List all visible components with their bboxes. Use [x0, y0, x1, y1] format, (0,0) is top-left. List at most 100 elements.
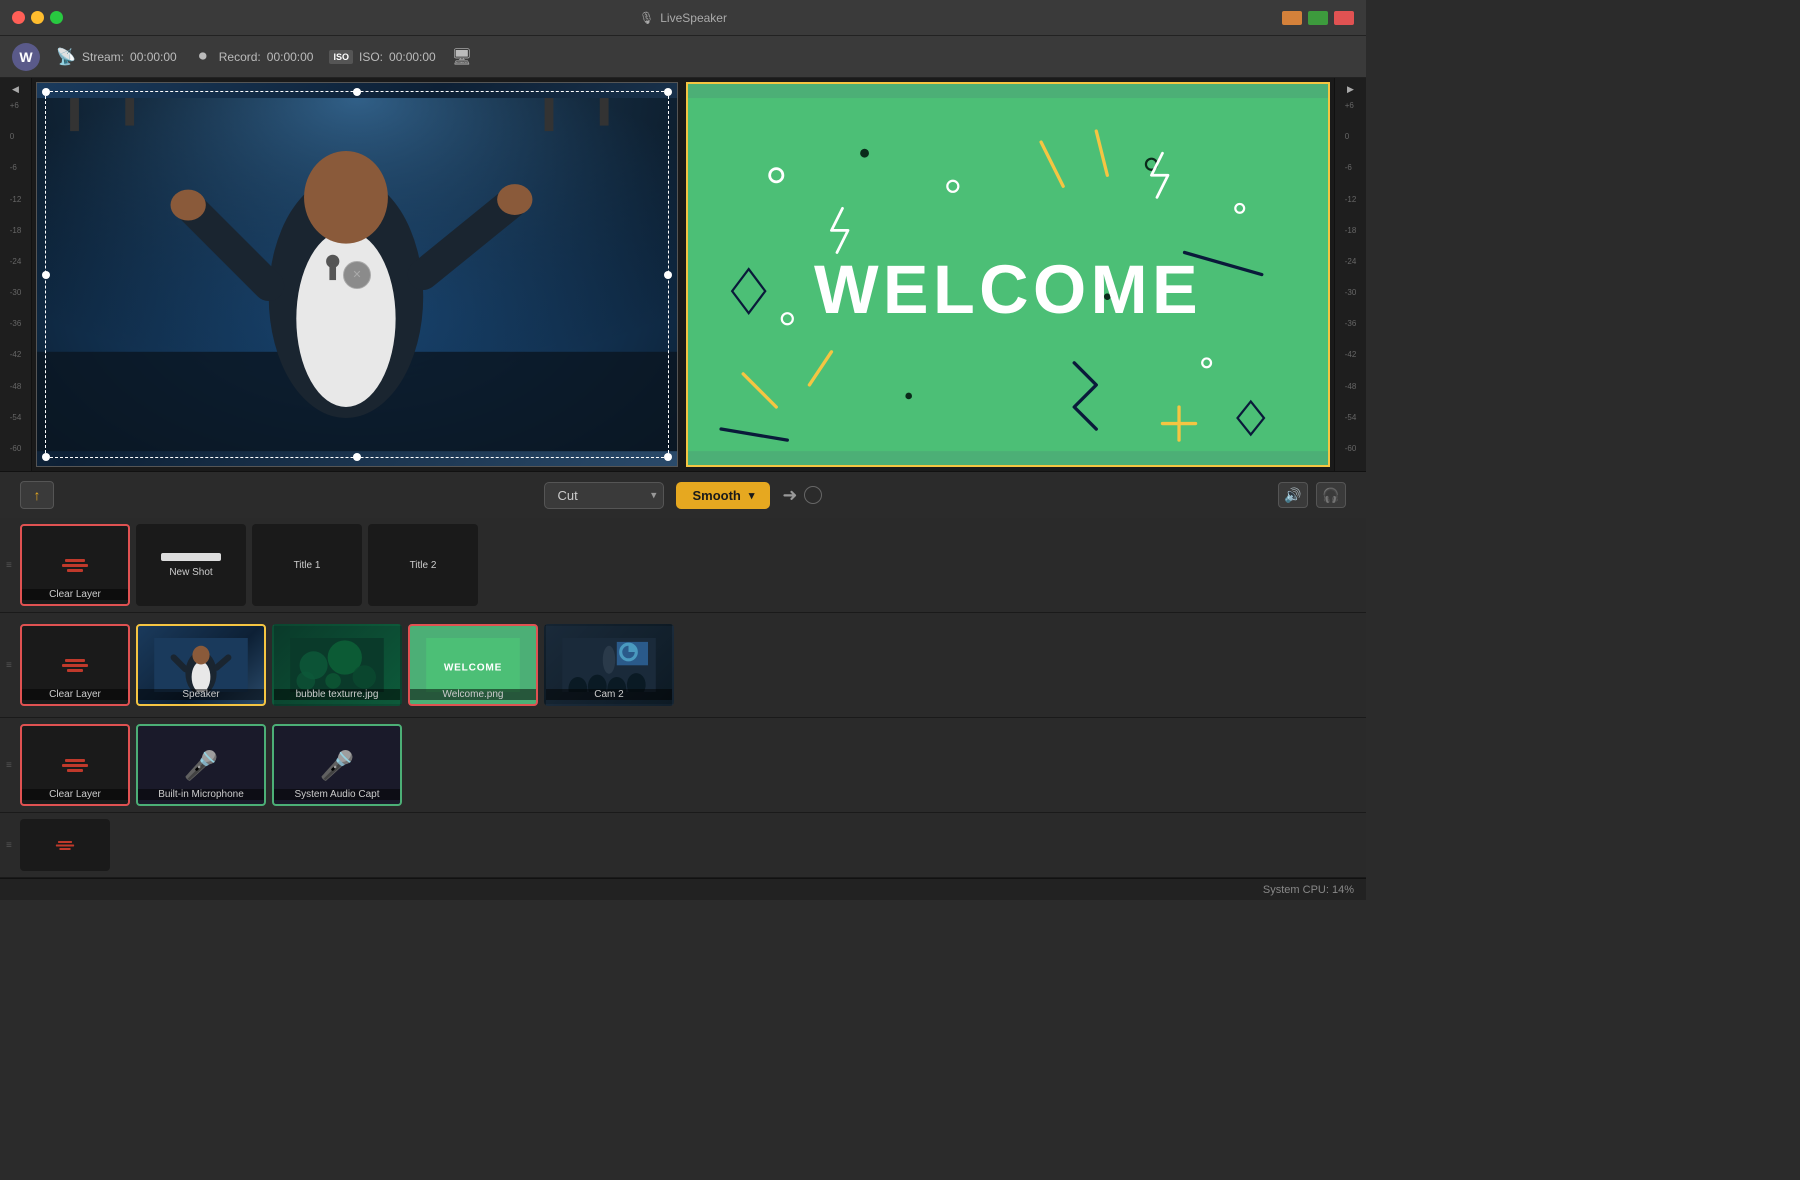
shot-row-3: ≡ Clear Layer 🎤 Built-in Microphone 🎤 Sy… — [0, 718, 1366, 813]
title2-label: Title 2 — [406, 560, 441, 571]
titlebar-center: 🎙 LiveSpeaker — [639, 11, 727, 25]
title2-thumb[interactable]: Title 2 — [368, 524, 478, 606]
clear-layer-thumb-1[interactable]: Clear Layer — [20, 524, 130, 606]
display-icon: 🖥 — [452, 47, 472, 67]
minimize-button[interactable] — [31, 11, 44, 24]
vu-scale-left: +6 0 -6 -12 -18 -24 -30 -36 -42 -48 -54 … — [10, 97, 22, 457]
new-shot-label: New Shot — [165, 567, 216, 578]
bottom-left-controls: ↑ — [20, 481, 54, 509]
app-logo: W — [12, 43, 40, 71]
welcome-label: Welcome.png — [410, 689, 536, 700]
clear-layer-thumb-3[interactable]: Clear Layer — [20, 724, 130, 806]
export-icon: ↑ — [34, 487, 41, 503]
close-button[interactable] — [12, 11, 25, 24]
new-shot-thumb[interactable]: New Shot — [136, 524, 246, 606]
stream-label: Stream: — [82, 50, 124, 64]
record-time: 00:00:00 — [267, 50, 314, 64]
smooth-button[interactable]: Smooth — [676, 482, 770, 509]
shot-row-2: ≡ Clear Layer — [0, 613, 1366, 718]
row-handle-1[interactable]: ≡ — [6, 560, 14, 571]
bottom-right-controls: 🔊 🎧 — [1278, 482, 1346, 508]
clear-layer-icon-2 — [62, 659, 88, 672]
wifi-icon: 📡 — [56, 47, 76, 67]
speaker-thumb-svg — [138, 638, 264, 693]
record-status: ⏺ Record: 00:00:00 — [193, 47, 314, 67]
cam2-thumb-svg — [546, 638, 672, 693]
maximize-button[interactable] — [50, 11, 63, 24]
welcome-preview-content: WELCOME — [688, 84, 1328, 465]
shots-area: ≡ Clear Layer New Shot Title 1 — [0, 518, 1366, 878]
smooth-label: Smooth — [692, 488, 740, 503]
sys-audio-label: System Audio Capt — [274, 789, 400, 800]
row-handle-3[interactable]: ≡ — [6, 760, 14, 771]
svg-text:WELCOME: WELCOME — [444, 662, 502, 673]
headphone-icon-button[interactable]: 🎧 — [1316, 482, 1346, 508]
clear-layer-label-1: Clear Layer — [22, 589, 128, 600]
sys-audio-icon: 🎤 — [320, 749, 355, 782]
main-preview-area: ◀ +6 0 -6 -12 -18 -24 -30 -36 -42 -48 -5… — [0, 78, 1366, 471]
stream-time: 00:00:00 — [130, 50, 177, 64]
builtin-mic-label: Built-in Microphone — [138, 789, 264, 800]
titlebar-left — [12, 11, 63, 24]
cpu-value: 14% — [1332, 884, 1354, 896]
toolbar: W 📡 Stream: 00:00:00 ⏺ Record: 00:00:00 … — [0, 36, 1366, 78]
title1-label: Title 1 — [290, 560, 325, 571]
builtin-mic-thumb[interactable]: 🎤 Built-in Microphone — [136, 724, 266, 806]
transition-arrow: ➜ — [782, 485, 821, 506]
export-icon-button[interactable]: ↑ — [20, 481, 54, 509]
clear-layer-label-2: Clear Layer — [22, 689, 128, 700]
iso-icon: ISO — [329, 50, 353, 64]
display-icon-item: 🖥 — [452, 47, 472, 67]
speaker-thumb[interactable]: Speaker — [136, 624, 266, 706]
titlebar-btn-red[interactable] — [1334, 11, 1354, 25]
bubble-thumb[interactable]: bubble texturre.jpg — [272, 624, 402, 706]
welcome-thumb[interactable]: WELCOME Welcome.png — [408, 624, 538, 706]
vu-right-arrow[interactable]: ▶ — [1347, 82, 1354, 97]
program-preview: ✕ — [36, 82, 678, 467]
titlebar: 🎙 LiveSpeaker — [0, 0, 1366, 36]
window-title: LiveSpeaker — [660, 11, 727, 25]
svg-text:WELCOME: WELCOME — [814, 252, 1202, 328]
sys-audio-thumb[interactable]: 🎤 System Audio Capt — [272, 724, 402, 806]
vu-left-arrow[interactable]: ◀ — [12, 82, 19, 97]
row-handle-2[interactable]: ≡ — [6, 660, 14, 671]
clear-layer-thumb-4[interactable] — [20, 819, 110, 871]
title1-thumb[interactable]: Title 1 — [252, 524, 362, 606]
welcome-thumb-svg: WELCOME — [410, 638, 536, 693]
titlebar-right — [1282, 11, 1354, 25]
welcome-svg: WELCOME — [688, 84, 1328, 465]
row-handle-4[interactable]: ≡ — [6, 840, 14, 851]
stream-status: 📡 Stream: 00:00:00 — [56, 47, 177, 67]
titlebar-btn-green[interactable] — [1308, 11, 1328, 25]
new-shot-bar — [161, 553, 221, 561]
titlebar-btn-orange[interactable] — [1282, 11, 1302, 25]
preview-panels: ✕ — [32, 78, 1334, 471]
preview-container: ◀ +6 0 -6 -12 -18 -24 -30 -36 -42 -48 -5… — [0, 78, 1366, 878]
window-icon: 🎙 — [639, 11, 654, 25]
cut-select-wrap[interactable]: Cut Dissolve Wipe — [544, 482, 664, 509]
iso-time: 00:00:00 — [389, 50, 436, 64]
cam2-thumb[interactable]: Cam 2 — [544, 624, 674, 706]
clear-layer-thumb-2[interactable]: Clear Layer — [20, 624, 130, 706]
vu-scale-right: +6 0 -6 -12 -18 -24 -30 -36 -42 -48 -54 … — [1345, 97, 1357, 457]
iso-label-box: ISO ISO: 00:00:00 — [329, 50, 435, 64]
shot-row-4: ≡ — [0, 813, 1366, 878]
bubble-label: bubble texturre.jpg — [274, 689, 400, 700]
iso-label: ISO: — [359, 50, 383, 64]
speaker-icon-button[interactable]: 🔊 — [1278, 482, 1308, 508]
bubble-thumb-svg — [274, 638, 400, 693]
speaker-preview-content — [37, 83, 677, 466]
transition-controls: ↑ Cut Dissolve Wipe Smooth ➜ 🔊 🎧 — [0, 471, 1366, 518]
output-preview: WELCOME — [686, 82, 1330, 467]
record-label: Record: — [219, 50, 261, 64]
vu-meter-right: ▶ +6 0 -6 -12 -18 -24 -30 -36 -42 -48 -5… — [1334, 78, 1366, 471]
shot-row-1: ≡ Clear Layer New Shot Title 1 — [0, 518, 1366, 613]
clear-layer-icon-1 — [62, 559, 88, 572]
speaker-svg — [37, 83, 677, 466]
record-icon: ⏺ — [193, 47, 213, 67]
clear-layer-icon-3 — [62, 759, 88, 772]
arrow-icon: ➜ — [782, 485, 797, 506]
clear-layer-icon-4 — [56, 840, 74, 849]
cut-select[interactable]: Cut Dissolve Wipe — [544, 482, 664, 509]
mic-icon: 🎤 — [184, 749, 219, 782]
